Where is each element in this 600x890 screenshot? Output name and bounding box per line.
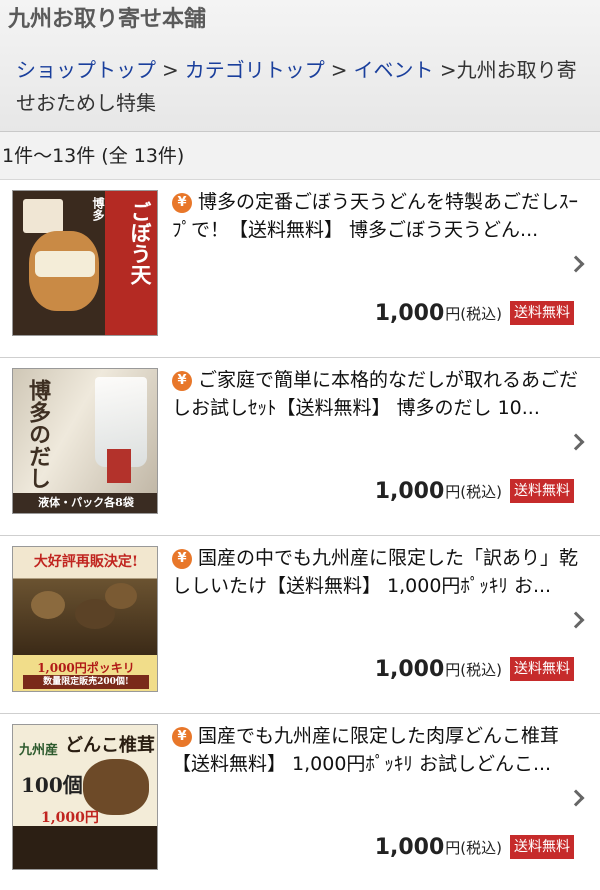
thumb-text: 大好評再販決定! [33, 554, 139, 570]
thumb-text: 数量限定販売200個! [23, 675, 149, 689]
thumb-text: 博多のだし [25, 379, 51, 489]
yen-circle-icon: ¥ [172, 549, 192, 569]
product-title-link[interactable]: ¥ 博多の定番ごぼう天うどんを特製あごだしｽｰﾌﾟで！【送料無料】 博多ごぼう天う… [172, 188, 578, 244]
price-unit: 円(税込) [445, 838, 502, 857]
product-thumbnail[interactable]: 九州産 どんこ椎茸 100個 1,000円 [12, 724, 158, 870]
price-row: 1,000 円(税込) 送料無料 [375, 298, 574, 328]
price: 1,000 [374, 834, 445, 860]
chevron-right-icon [567, 789, 585, 807]
breadcrumb-separator: > [330, 58, 348, 82]
product-title: 博多の定番ごぼう天うどんを特製あごだしｽｰﾌﾟで！【送料無料】 博多ごぼう天うど… [172, 191, 579, 241]
product-item[interactable]: 大好評再販決定! 1,000円ポッキリ 数量限定販売200個! ¥ 国産の中でも九… [0, 536, 600, 714]
product-item[interactable]: ごぼう天 博多 ¥ 博多の定番ごぼう天うどんを特製あごだしｽｰﾌﾟで！【送料無料】… [0, 180, 600, 358]
breadcrumb-shop-top[interactable]: ショップトップ [16, 58, 156, 82]
product-title: ご家庭で簡単に本格的なだしが取れるあごだしお試しｾｯﾄ【送料無料】 博多のだし … [172, 369, 579, 419]
thumb-text: 博多 [91, 197, 105, 221]
breadcrumb-separator: > [162, 58, 179, 82]
shop-title: 九州お取り寄せ本舗 [8, 7, 207, 32]
price-unit: 円(税込) [445, 304, 502, 323]
product-thumbnail[interactable]: 大好評再販決定! 1,000円ポッキリ 数量限定販売200個! [12, 546, 158, 692]
thumb-text: 1,000円ポッキリ [37, 661, 135, 675]
price: 1,000 [374, 656, 445, 682]
price: 1,000 [374, 300, 445, 326]
product-item[interactable]: 九州産 どんこ椎茸 100個 1,000円 ¥ 国産でも九州産に限定した肉厚どんこ… [0, 714, 600, 890]
product-thumbnail[interactable]: 博多のだし 液体・パック各8袋 [12, 368, 158, 514]
price-row: 1,000 円(税込) 送料無料 [375, 654, 574, 684]
free-shipping-badge: 送料無料 [510, 479, 574, 503]
product-list: ごぼう天 博多 ¥ 博多の定番ごぼう天うどんを特製あごだしｽｰﾌﾟで！【送料無料】… [0, 180, 600, 890]
thumb-text: 100個 [21, 773, 83, 797]
product-title-link[interactable]: ¥ 国産の中でも九州産に限定した「訳あり」乾ししいたけ【送料無料】 1,000円ﾎ… [172, 544, 578, 600]
breadcrumb: ショップトップ > カテゴリトップ > イベント >九州お取り寄せおためし特集 [8, 54, 584, 120]
chevron-right-icon [567, 255, 585, 273]
product-title-link[interactable]: ¥ 国産でも九州産に限定した肉厚どんこ椎茸【送料無料】 1,000円ﾎﾟｯｷﾘ お… [172, 722, 578, 778]
product-title: 国産の中でも九州産に限定した「訳あり」乾ししいたけ【送料無料】 1,000円ﾎﾟ… [172, 547, 579, 597]
price-row: 1,000 円(税込) 送料無料 [375, 832, 574, 862]
free-shipping-badge: 送料無料 [510, 835, 574, 859]
product-title: 国産でも九州産に限定した肉厚どんこ椎茸【送料無料】 1,000円ﾎﾟｯｷﾘ お試… [172, 725, 560, 775]
free-shipping-badge: 送料無料 [510, 657, 574, 681]
yen-circle-icon: ¥ [172, 727, 192, 747]
thumb-text: 液体・パック各8袋 [13, 493, 157, 513]
thumb-text: どんこ椎茸 [65, 735, 155, 756]
price-row: 1,000 円(税込) 送料無料 [375, 476, 574, 506]
free-shipping-badge: 送料無料 [510, 301, 574, 325]
thumb-text: ごぼう天 [128, 201, 153, 285]
product-thumbnail[interactable]: ごぼう天 博多 [12, 190, 158, 336]
breadcrumb-event[interactable]: イベント [354, 58, 434, 82]
price-unit: 円(税込) [445, 660, 502, 679]
header: 九州お取り寄せ本舗 ショップトップ > カテゴリトップ > イベント >九州お取り寄せお… [0, 0, 600, 132]
yen-circle-icon: ¥ [172, 371, 192, 391]
chevron-right-icon [567, 611, 585, 629]
product-title-link[interactable]: ¥ ご家庭で簡単に本格的なだしが取れるあごだしお試しｾｯﾄ【送料無料】 博多のだし… [172, 366, 578, 422]
thumb-text: 九州産 [19, 743, 59, 758]
product-item[interactable]: 博多のだし 液体・パック各8袋 ¥ ご家庭で簡単に本格的なだしが取れるあごだしお試… [0, 358, 600, 536]
result-count: 1件〜13件 (全 13件) [0, 132, 600, 180]
thumb-text: 1,000円 [41, 810, 99, 826]
breadcrumb-category-top[interactable]: カテゴリトップ [185, 58, 325, 82]
chevron-right-icon [567, 433, 585, 451]
price-unit: 円(税込) [445, 482, 502, 501]
yen-circle-icon: ¥ [172, 193, 192, 213]
price: 1,000 [374, 478, 445, 504]
